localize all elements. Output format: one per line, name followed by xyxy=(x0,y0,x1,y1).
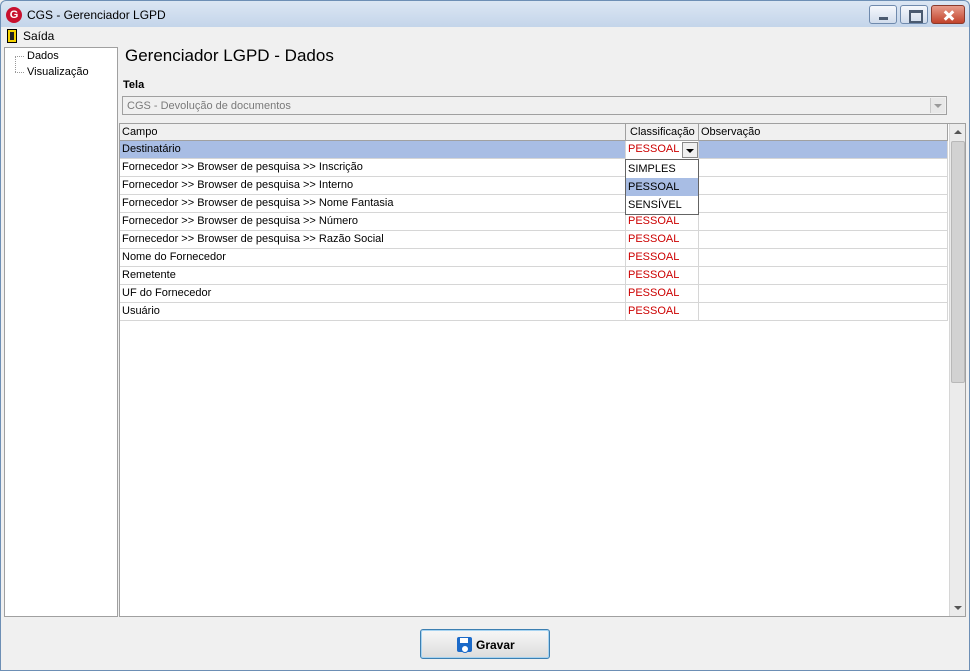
cell-classificacao[interactable]: PESSOAL xyxy=(626,231,699,249)
table-row[interactable]: Fornecedor >> Browser de pesquisa >> Raz… xyxy=(120,231,948,249)
close-button[interactable] xyxy=(931,5,965,24)
scroll-up-icon[interactable] xyxy=(950,124,966,140)
cell-campo: Nome do Fornecedor xyxy=(120,249,626,267)
cell-observacao[interactable] xyxy=(699,249,948,267)
cell-campo: Fornecedor >> Browser de pesquisa >> Nom… xyxy=(120,195,626,213)
column-header-classificacao[interactable]: Classificação xyxy=(626,124,699,141)
table-row[interactable]: Usuário PESSOAL xyxy=(120,303,948,321)
cell-observacao[interactable] xyxy=(699,159,948,177)
tela-label: Tela xyxy=(123,79,145,91)
table-row[interactable]: Fornecedor >> Browser de pesquisa >> Ins… xyxy=(120,159,948,177)
table-row[interactable]: Destinatário PESSOAL xyxy=(120,141,948,159)
tree-item-dados[interactable]: Dados xyxy=(27,50,59,63)
menu-item-label: Saída xyxy=(23,29,55,43)
dropdown-option-pessoal[interactable]: PESSOAL xyxy=(626,178,698,196)
cell-observacao[interactable] xyxy=(699,285,948,303)
menu-item-saida[interactable]: Saída xyxy=(5,28,54,44)
chevron-down-icon[interactable] xyxy=(930,98,945,113)
scrollbar-thumb[interactable] xyxy=(951,141,965,383)
cell-classificacao[interactable]: PESSOAL xyxy=(626,285,699,303)
classification-dropdown-list[interactable]: SIMPLES PESSOAL SENSÍVEL xyxy=(625,159,699,215)
maximize-button[interactable] xyxy=(900,5,928,24)
cell-campo: Fornecedor >> Browser de pesquisa >> Int… xyxy=(120,177,626,195)
dropdown-arrow-icon[interactable] xyxy=(682,142,698,158)
cell-campo: Fornecedor >> Browser de pesquisa >> Ins… xyxy=(120,159,626,177)
exit-door-icon xyxy=(7,29,17,43)
tree-connector xyxy=(15,56,24,57)
menu-bar: Saída xyxy=(0,27,970,45)
cell-observacao[interactable] xyxy=(699,213,948,231)
cell-classificacao[interactable]: PESSOAL xyxy=(626,249,699,267)
vertical-scrollbar[interactable] xyxy=(949,124,965,616)
page-title: Gerenciador LGPD - Dados xyxy=(125,46,334,65)
column-header-campo[interactable]: Campo xyxy=(120,124,626,141)
cell-campo: UF do Fornecedor xyxy=(120,285,626,303)
tela-select-value: CGS - Devolução de documentos xyxy=(127,100,291,112)
cell-observacao[interactable] xyxy=(699,177,948,195)
navigation-tree: Dados Visualização xyxy=(4,47,118,617)
scroll-down-icon[interactable] xyxy=(950,600,966,616)
tree-connector xyxy=(15,56,16,72)
cell-observacao[interactable] xyxy=(699,267,948,285)
app-logo-icon: G xyxy=(6,7,22,23)
cell-campo: Fornecedor >> Browser de pesquisa >> Núm… xyxy=(120,213,626,231)
table-row[interactable]: Nome do Fornecedor PESSOAL xyxy=(120,249,948,267)
dropdown-option-simples[interactable]: SIMPLES xyxy=(626,160,698,178)
column-header-observacao[interactable]: Observação xyxy=(699,124,948,141)
cell-campo: Usuário xyxy=(120,303,626,321)
tree-item-visualizacao[interactable]: Visualização xyxy=(27,66,89,79)
table-row[interactable]: Fornecedor >> Browser de pesquisa >> Núm… xyxy=(120,213,948,231)
cell-observacao[interactable] xyxy=(699,195,948,213)
cell-observacao[interactable] xyxy=(699,141,948,159)
window-title: CGS - Gerenciador LGPD xyxy=(27,8,166,22)
tela-select[interactable]: CGS - Devolução de documentos xyxy=(122,96,947,115)
cell-classificacao[interactable]: PESSOAL xyxy=(626,303,699,321)
cell-classificacao[interactable]: PESSOAL xyxy=(626,267,699,285)
table-row[interactable]: Fornecedor >> Browser de pesquisa >> Int… xyxy=(120,177,948,195)
cell-classificacao[interactable]: PESSOAL xyxy=(626,213,699,231)
cell-observacao[interactable] xyxy=(699,303,948,321)
save-button-label: Gravar xyxy=(476,638,515,652)
floppy-disk-icon xyxy=(457,637,472,653)
save-button[interactable]: Gravar xyxy=(420,629,550,659)
cell-campo: Remetente xyxy=(120,267,626,285)
dropdown-option-sensivel[interactable]: SENSÍVEL xyxy=(626,196,698,214)
window-title-bar[interactable]: G CGS - Gerenciador LGPD xyxy=(0,0,970,27)
cell-campo: Fornecedor >> Browser de pesquisa >> Raz… xyxy=(120,231,626,249)
data-grid: Campo Classificação Observação Destinatá… xyxy=(119,123,966,617)
tree-connector xyxy=(15,72,24,73)
cell-observacao[interactable] xyxy=(699,231,948,249)
table-row[interactable]: Remetente PESSOAL xyxy=(120,267,948,285)
table-row[interactable]: UF do Fornecedor PESSOAL xyxy=(120,285,948,303)
cell-campo: Destinatário xyxy=(120,141,626,159)
table-row[interactable]: Fornecedor >> Browser de pesquisa >> Nom… xyxy=(120,195,948,213)
minimize-button[interactable] xyxy=(869,5,897,24)
